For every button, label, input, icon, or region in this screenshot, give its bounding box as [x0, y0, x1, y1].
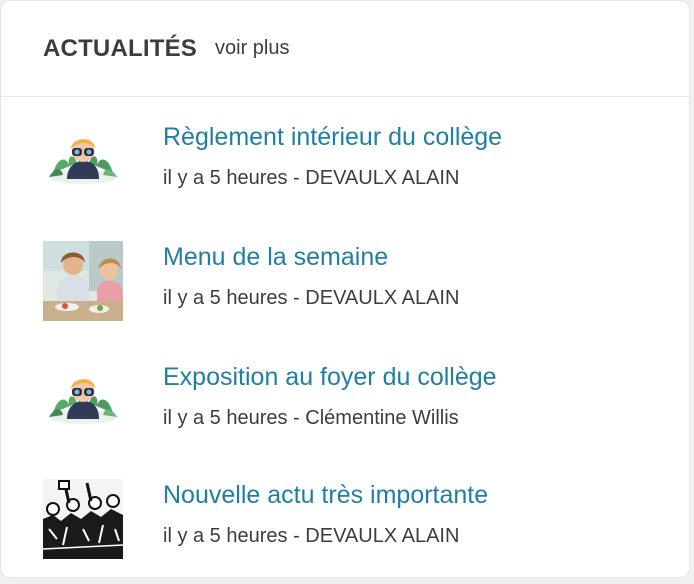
news-meta: il y a 5 heures - DEVAULX ALAIN	[163, 525, 460, 547]
news-title-link[interactable]: Exposition au foyer du collège	[163, 361, 497, 393]
news-title-link[interactable]: Règlement intérieur du collège	[163, 121, 502, 153]
see-more-link[interactable]: voir plus	[215, 37, 289, 60]
news-meta: il y a 5 heures - DEVAULX ALAIN	[163, 287, 460, 309]
binoculars-illustration-icon	[49, 139, 117, 184]
children-eating-photo-icon	[43, 241, 123, 321]
news-meta: il y a 5 heures - Clémentine Willis	[163, 407, 459, 429]
news-thumbnail	[43, 241, 123, 321]
news-title-link[interactable]: Nouvelle actu très importante	[163, 479, 488, 511]
news-thumbnail	[43, 479, 123, 559]
news-thumbnail	[43, 121, 123, 201]
widget-title: ACTUALITÉS	[43, 34, 197, 62]
crowd-protest-sketch-icon	[43, 479, 123, 559]
binoculars-illustration-icon	[49, 379, 117, 424]
news-thumbnail	[43, 361, 123, 441]
news-widget: ACTUALITÉS voir plus Règlement intérieur…	[0, 0, 690, 578]
news-item[interactable]: Règlement intérieur du collège il y a 5 …	[43, 121, 663, 203]
widget-header: ACTUALITÉS voir plus	[1, 1, 689, 97]
news-item[interactable]: Nouvelle actu très importante il y a 5 h…	[43, 479, 663, 561]
news-item[interactable]: Menu de la semaine il y a 5 heures - DEV…	[43, 241, 663, 323]
news-title-link[interactable]: Menu de la semaine	[163, 241, 388, 273]
news-item[interactable]: Exposition au foyer du collège il y a 5 …	[43, 361, 663, 443]
news-meta: il y a 5 heures - DEVAULX ALAIN	[163, 167, 460, 189]
